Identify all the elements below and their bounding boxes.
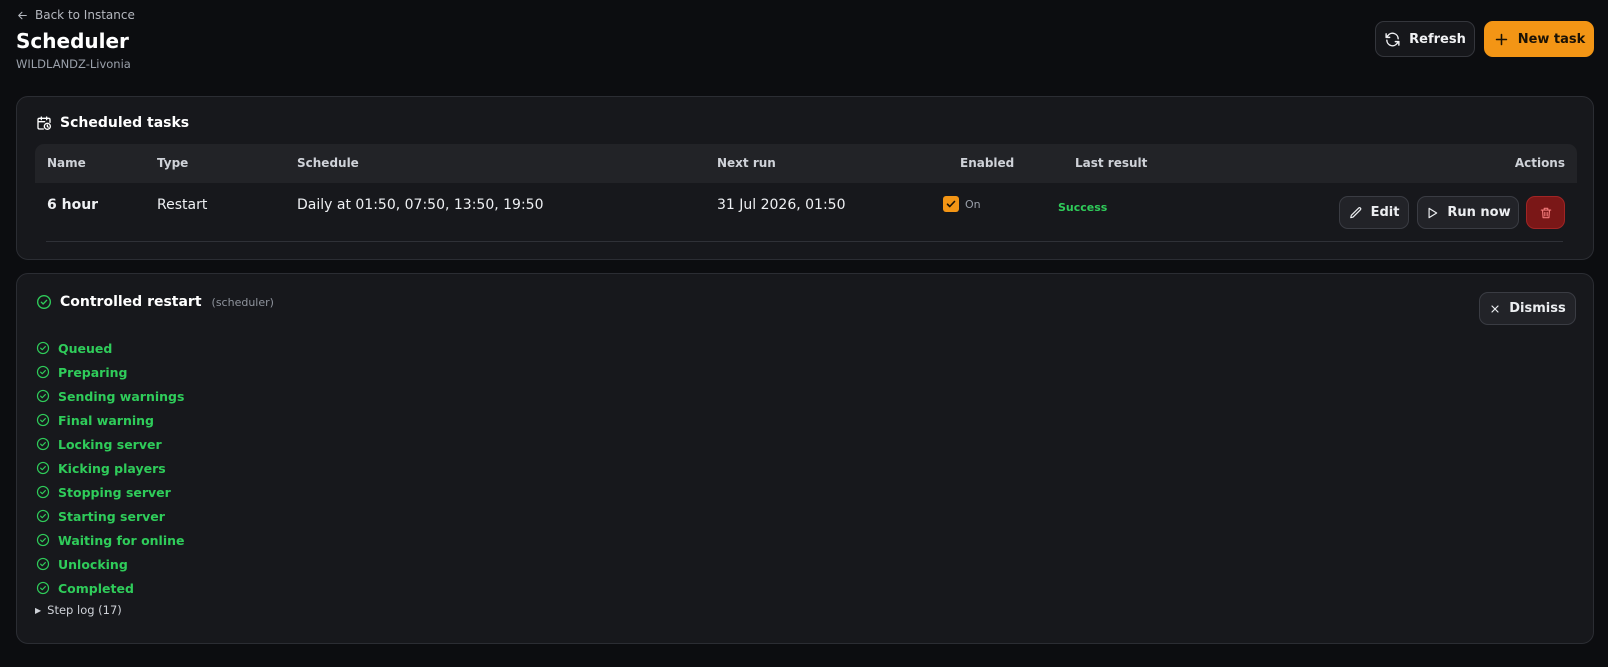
check-circle-icon (36, 485, 50, 499)
scheduled-tasks-title: Scheduled tasks (60, 115, 190, 131)
check-circle-icon (36, 389, 50, 403)
list-item: Final warning (36, 408, 185, 432)
tasks-table-header: Name Type Schedule Next run Enabled Last… (35, 144, 1577, 183)
col-next-run: Next run (717, 156, 776, 170)
col-enabled: Enabled (960, 156, 1015, 170)
step-log-label: Step log (17) (47, 603, 122, 617)
restart-title: Controlled restart (60, 294, 202, 310)
task-enabled: On (943, 196, 981, 212)
dismiss-button[interactable]: Dismiss (1479, 292, 1576, 325)
close-icon (1491, 304, 1499, 313)
list-item: Sending warnings (36, 384, 185, 408)
back-link-label: Back to Instance (35, 8, 135, 22)
step-label: Waiting for online (58, 532, 185, 548)
new-task-label: New task (1517, 31, 1586, 47)
check-circle-icon (36, 341, 50, 355)
check-circle-icon (36, 581, 50, 595)
run-now-label: Run now (1447, 205, 1511, 220)
arrow-left-icon (18, 11, 27, 19)
pencil-icon (1349, 206, 1361, 218)
list-item: Locking server (36, 432, 185, 456)
step-log-toggle[interactable]: ▶ Step log (17) (35, 603, 122, 617)
step-label: Completed (58, 580, 134, 596)
list-item: Preparing (36, 360, 185, 384)
page-title: Scheduler (16, 29, 129, 53)
check-circle-icon (36, 533, 50, 547)
delete-button[interactable] (1526, 196, 1565, 229)
caret-right-icon: ▶ (35, 605, 42, 615)
check-circle-icon (36, 557, 50, 571)
scheduled-tasks-card: Scheduled tasks Name Type Schedule Next … (16, 96, 1594, 260)
row-divider (46, 241, 1563, 242)
list-item: Queued (36, 336, 185, 360)
step-label: Locking server (58, 436, 162, 452)
dismiss-label: Dismiss (1509, 301, 1566, 316)
check-circle-icon (36, 437, 50, 451)
scheduled-tasks-heading: Scheduled tasks (36, 115, 189, 131)
instance-name: WILDLANDZ-Livonia (16, 57, 131, 71)
restart-steps-list: Queued Preparing Sending warnings Final … (36, 336, 185, 600)
check-circle-icon (36, 365, 50, 379)
check-circle-icon (36, 509, 50, 523)
step-label: Unlocking (58, 556, 128, 572)
task-schedule: Daily at 01:50, 07:50, 13:50, 19:50 (297, 197, 544, 213)
list-item: Kicking players (36, 456, 185, 480)
check-circle-icon (36, 461, 50, 475)
step-label: Stopping server (58, 484, 171, 500)
refresh-button[interactable]: Refresh (1375, 21, 1475, 57)
step-label: Preparing (58, 364, 128, 380)
back-to-instance-link[interactable]: Back to Instance (16, 7, 135, 23)
play-icon (1428, 207, 1438, 218)
step-label: Sending warnings (58, 388, 185, 404)
task-type: Restart (157, 197, 208, 213)
col-type: Type (157, 156, 189, 170)
list-item: Waiting for online (36, 528, 185, 552)
col-name: Name (47, 156, 86, 170)
list-item: Unlocking (36, 552, 185, 576)
edit-label: Edit (1370, 205, 1400, 220)
col-actions: Actions (1514, 156, 1565, 170)
refresh-label: Refresh (1409, 31, 1466, 47)
enabled-checkbox[interactable] (943, 196, 959, 212)
step-label: Kicking players (58, 460, 166, 476)
check-circle-icon (36, 413, 50, 427)
plus-icon (1495, 33, 1507, 45)
check-circle-icon (37, 295, 51, 309)
col-schedule: Schedule (297, 156, 359, 170)
calendar-clock-icon (37, 116, 51, 130)
task-name: 6 hour (47, 197, 99, 213)
step-label: Starting server (58, 508, 165, 524)
check-icon (946, 200, 956, 208)
edit-button[interactable]: Edit (1339, 196, 1409, 229)
step-label: Queued (58, 340, 113, 356)
refresh-icon (1385, 32, 1400, 46)
controlled-restart-card: Controlled restart (scheduler) Dismiss Q… (16, 273, 1594, 644)
restart-heading: Controlled restart (scheduler) (36, 294, 274, 310)
trash-icon (1540, 207, 1551, 218)
run-now-button[interactable]: Run now (1417, 196, 1519, 229)
new-task-button[interactable]: New task (1484, 21, 1594, 57)
col-last-result: Last result (1075, 156, 1148, 170)
enabled-label: On (965, 197, 981, 211)
step-label: Final warning (58, 412, 154, 428)
restart-source: (scheduler) (211, 295, 274, 309)
task-next-run: 31 Jul 2026, 01:50 (717, 197, 846, 213)
list-item: Completed (36, 576, 185, 600)
list-item: Stopping server (36, 480, 185, 504)
status-badge: Success (1058, 201, 1108, 214)
list-item: Starting server (36, 504, 185, 528)
